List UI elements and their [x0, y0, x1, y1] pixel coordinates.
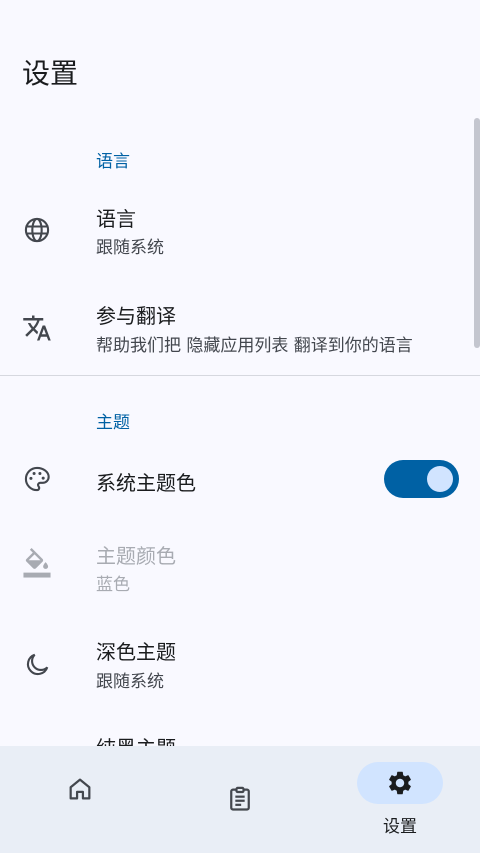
setting-subtitle: 帮助我们把 隐藏应用列表 翻译到你的语言: [96, 336, 413, 356]
globe-icon: [22, 215, 52, 245]
home-icon: [66, 775, 94, 803]
setting-title: 语言: [96, 207, 136, 231]
setting-subtitle: 跟随系统: [96, 672, 164, 692]
settings-list[interactable]: 语言 语言 跟随系统 参与翻译 帮助我们把 隐藏应用列表 翻译到你的语言 主题 …: [0, 118, 480, 746]
setting-subtitle: 跟随系统: [96, 238, 164, 258]
nav-item-home[interactable]: [0, 746, 160, 853]
setting-title: 纯黑主题: [96, 732, 176, 746]
setting-title: 系统主题色: [96, 471, 196, 495]
setting-title: 主题颜色: [96, 544, 176, 568]
palette-icon: [22, 464, 52, 494]
bottom-navigation: 设置: [0, 746, 480, 853]
setting-theme-color: 主题颜色 蓝色: [0, 528, 480, 608]
nav-item-apps[interactable]: [160, 746, 320, 853]
scrollbar[interactable]: [474, 118, 480, 348]
setting-pure-black-theme[interactable]: 纯黑主题: [0, 721, 480, 746]
setting-subtitle: 蓝色: [96, 575, 130, 595]
moon-icon: [22, 650, 52, 680]
section-header-theme: 主题: [96, 413, 130, 433]
setting-title: 深色主题: [96, 640, 176, 664]
nav-label-settings: 设置: [383, 817, 417, 837]
section-header-language: 语言: [96, 152, 130, 172]
switch-thumb: [427, 466, 453, 492]
paint-bucket-icon: [22, 548, 52, 579]
translate-icon: [22, 313, 52, 343]
nav-item-settings[interactable]: 设置: [320, 746, 480, 853]
clipboard-icon: [226, 785, 254, 813]
setting-system-theme-color[interactable]: 系统主题色: [0, 440, 480, 520]
settings-screen: 设置 语言 语言 跟随系统 参与翻译 帮助我们把 隐藏应用列表 翻译到你的语言 …: [0, 0, 480, 853]
setting-language[interactable]: 语言 跟随系统: [0, 190, 480, 270]
setting-translate[interactable]: 参与翻译 帮助我们把 隐藏应用列表 翻译到你的语言: [0, 288, 480, 368]
gear-icon: [386, 769, 414, 797]
setting-title: 参与翻译: [96, 304, 176, 328]
system-theme-color-switch[interactable]: [384, 460, 459, 498]
setting-dark-theme[interactable]: 深色主题 跟随系统: [0, 625, 480, 705]
page-title: 设置: [22, 57, 79, 90]
section-divider: [0, 375, 480, 376]
